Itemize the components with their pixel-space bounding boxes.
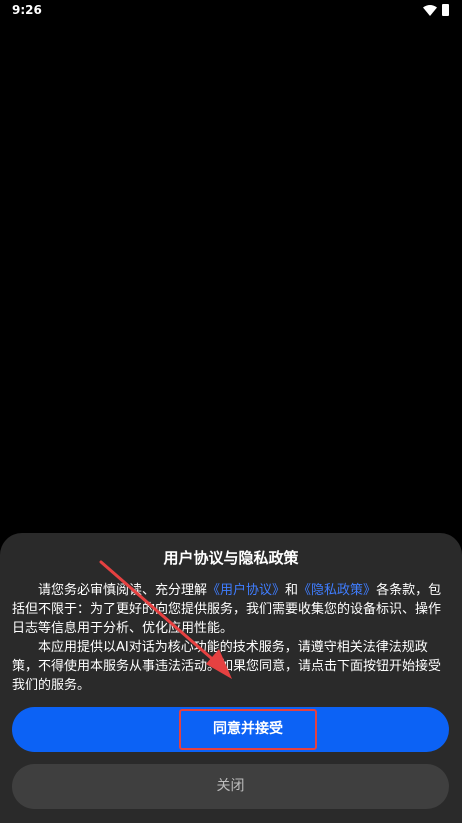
para1-intro: 请您务必审慎阅读、充分理解 — [38, 583, 208, 598]
dialog-body: 请您务必审慎阅读、充分理解《用户协议》和《隐私政策》各条款，包括但不限于：为了更… — [12, 581, 450, 695]
battery-icon — [442, 4, 449, 16]
privacy-policy-link[interactable]: 《隐私政策》 — [298, 583, 376, 598]
para1-and: 和 — [285, 583, 299, 598]
wifi-icon — [423, 5, 437, 16]
dialog-title: 用户协议与隐私政策 — [163, 549, 299, 567]
consent-dialog: 用户协议与隐私政策 请您务必审慎阅读、充分理解《用户协议》和《隐私政策》各条款，… — [0, 533, 462, 823]
agree-button-label: 同意并接受 — [179, 709, 317, 750]
close-button[interactable]: 关闭 — [12, 764, 449, 809]
consent-paragraph-1: 请您务必审慎阅读、充分理解《用户协议》和《隐私政策》各条款，包括但不限于：为了更… — [12, 581, 450, 638]
status-bar: 9:26 — [0, 0, 462, 22]
user-agreement-link[interactable]: 《用户协议》 — [207, 583, 285, 598]
consent-paragraph-2: 本应用提供以AI对话为核心功能的技术服务，请遵守相关法律法规政策，不得使用本服务… — [12, 640, 442, 693]
agree-button[interactable]: 同意并接受 — [12, 707, 449, 752]
status-time: 9:26 — [12, 3, 42, 17]
